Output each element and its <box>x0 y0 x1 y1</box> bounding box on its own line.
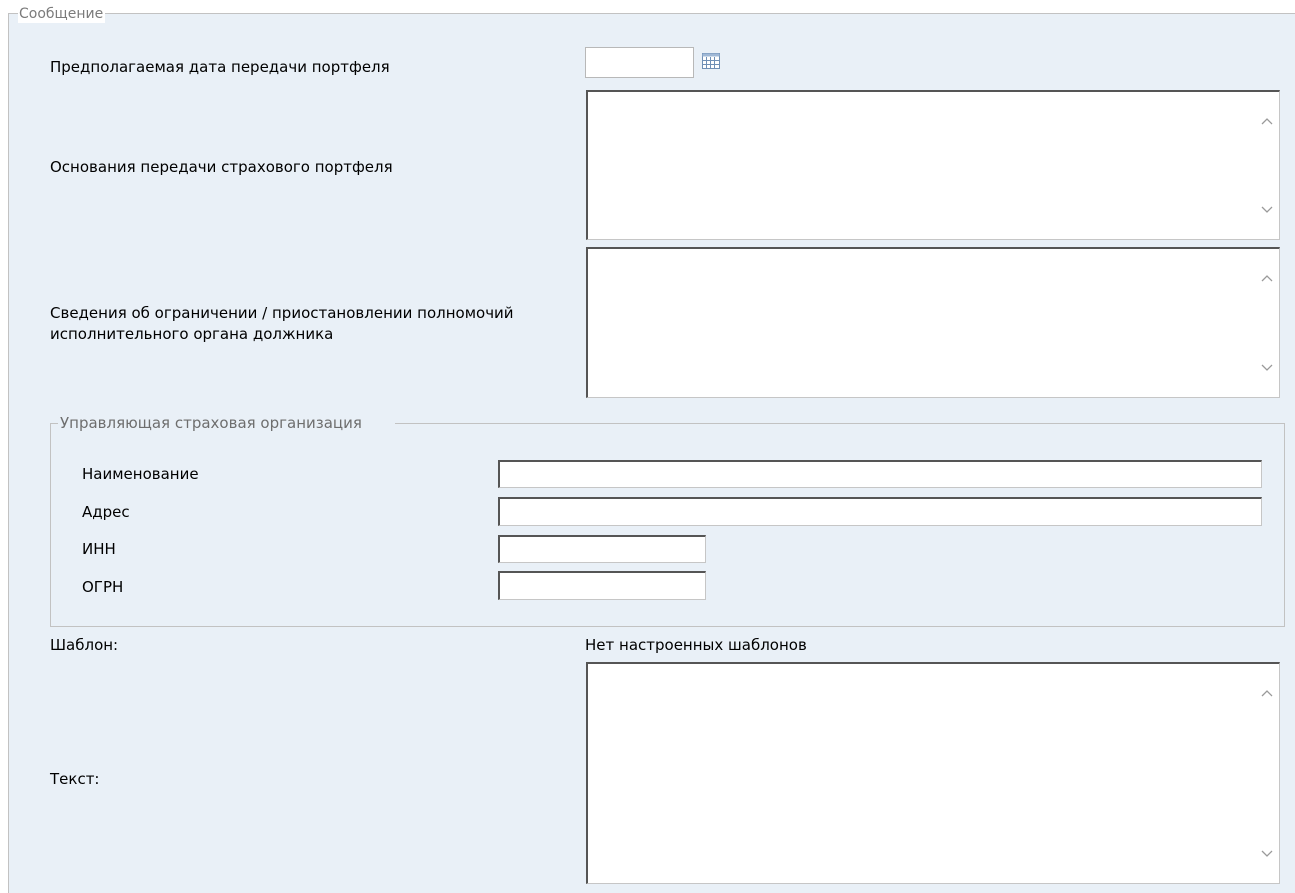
text-textarea[interactable] <box>586 662 1280 884</box>
chevron-down-icon[interactable] <box>1259 201 1275 217</box>
org-inn-label: ИНН <box>82 540 116 558</box>
calendar-icon[interactable] <box>701 52 721 70</box>
managing-org-frame-edge <box>395 423 1285 424</box>
restriction-info-label-line2: исполнительного органа должника <box>50 325 334 343</box>
page: Сообщение Предполагаемая дата передачи п… <box>0 0 1295 893</box>
restriction-info-textarea[interactable] <box>586 247 1280 398</box>
transfer-date-input[interactable] <box>585 47 694 78</box>
org-address-input[interactable] <box>498 497 1262 526</box>
org-name-input[interactable] <box>498 460 1262 488</box>
transfer-grounds-textarea[interactable] <box>586 90 1280 240</box>
restriction-info-label-line1: Сведения об ограничении / приостановлени… <box>50 304 514 322</box>
managing-org-legend: Управляющая страховая организация <box>60 414 362 432</box>
chevron-down-icon[interactable] <box>1259 845 1275 861</box>
transfer-date-label: Предполагаемая дата передачи портфеля <box>50 58 390 76</box>
chevron-down-icon[interactable] <box>1259 359 1275 375</box>
chevron-up-icon[interactable] <box>1259 271 1275 287</box>
text-label: Текст: <box>50 770 100 788</box>
org-name-label: Наименование <box>82 465 199 483</box>
template-label: Шаблон: <box>50 636 119 654</box>
chevron-up-icon[interactable] <box>1259 686 1275 702</box>
managing-org-frame-edge <box>50 423 58 424</box>
template-value: Нет настроенных шаблонов <box>585 636 807 654</box>
org-inn-input[interactable] <box>498 535 706 563</box>
transfer-grounds-label: Основания передачи страхового портфеля <box>50 158 393 176</box>
chevron-up-icon[interactable] <box>1259 114 1275 130</box>
org-ogrn-input[interactable] <box>498 571 706 600</box>
org-address-label: Адрес <box>82 503 130 521</box>
message-group-legend: Сообщение <box>18 5 106 23</box>
org-ogrn-label: ОГРН <box>82 578 124 596</box>
